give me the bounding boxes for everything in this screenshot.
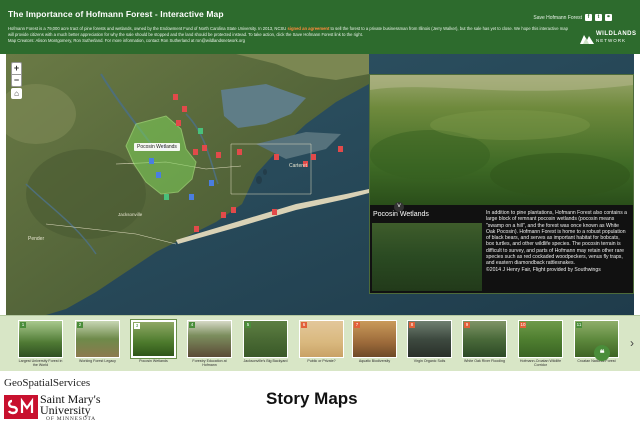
item-number: 10 bbox=[520, 322, 526, 328]
panel-image-lower bbox=[372, 223, 482, 291]
story-carousel: 1 Largest University Forest in the World… bbox=[0, 315, 640, 371]
carousel-label: Working Forest Legacy bbox=[79, 359, 116, 363]
map-description: Hofmann Forest is a 79,000 acre tract of… bbox=[8, 26, 568, 43]
carousel-item-1[interactable]: 1 Largest University Forest in the World bbox=[18, 320, 63, 368]
item-number: 1 bbox=[20, 322, 26, 328]
thumbnail-image: 1 bbox=[18, 320, 63, 358]
carousel-item-8[interactable]: 8 Virgin Organic Soils bbox=[407, 320, 452, 363]
zoom-in-button[interactable]: + bbox=[12, 63, 21, 74]
place-label-carteret: Carteret bbox=[289, 163, 308, 169]
item-number: 7 bbox=[354, 322, 360, 328]
place-label-jacksonville: Jacksonville bbox=[118, 212, 143, 217]
carousel-item-7[interactable]: 7 Aquatic Biodiversity bbox=[352, 320, 397, 363]
carousel-label: White Oak River Flooding bbox=[464, 359, 505, 363]
carousel-next-icon[interactable]: › bbox=[630, 336, 634, 350]
geospatial-services-logo: GeoSpatialServices bbox=[4, 377, 91, 389]
item-number: 2 bbox=[77, 322, 83, 328]
story-panel: ˅ Pocosin Wetlands In addition to pine p… bbox=[369, 74, 634, 294]
panel-photo bbox=[370, 75, 633, 205]
carousel-label: Croatan National Forest bbox=[577, 359, 616, 363]
thumbnail-image: 6 bbox=[299, 320, 344, 358]
item-number: 9 bbox=[464, 322, 470, 328]
map-credits: Map Creators: Alison Montgomery, Ron Sut… bbox=[8, 37, 245, 43]
thumbnail-image: 3 bbox=[131, 320, 176, 358]
item-number: 8 bbox=[409, 322, 415, 328]
place-label-pender: Pender bbox=[28, 236, 44, 242]
logo-text-line1: WILDLANDS bbox=[596, 31, 637, 37]
carousel-label: Hofmann-Croatan Wildlife Corridor bbox=[519, 359, 562, 368]
carousel-item-6[interactable]: 6 Public or Private? bbox=[299, 320, 344, 363]
thumbnail-image: 5 bbox=[243, 320, 288, 358]
home-icon[interactable]: ⌂ bbox=[11, 88, 22, 99]
item-number: 5 bbox=[245, 322, 251, 328]
smu-name-line2: University bbox=[40, 403, 91, 417]
story-maps-title: Story Maps bbox=[266, 389, 358, 408]
thumbnail-image: 7 bbox=[352, 320, 397, 358]
thumbnail-image: 10 bbox=[518, 320, 563, 358]
panel-body: In addition to pine plantations, Hofmann… bbox=[486, 210, 628, 273]
smu-shield-icon bbox=[4, 395, 38, 419]
aerial-forest-image bbox=[370, 75, 633, 205]
zoom-control: + − bbox=[11, 62, 22, 87]
carousel-item-4[interactable]: 4 Forestry Education at Hofmann bbox=[187, 320, 232, 368]
item-number: 3 bbox=[134, 323, 140, 329]
thumbnail-image: 4 bbox=[187, 320, 232, 358]
page-title: The Importance of Hofmann Forest - Inter… bbox=[8, 9, 224, 19]
carousel-label: Aquatic Biodiversity bbox=[358, 359, 391, 363]
carousel-label: Largest University Forest in the World bbox=[18, 359, 63, 368]
thumbnail-image: 8 bbox=[407, 320, 452, 358]
panel-photo-credit: ©2014 J Henry Fair, Flight provided by S… bbox=[486, 266, 601, 273]
item-number: 11 bbox=[576, 322, 582, 328]
carousel-item-9[interactable]: 9 White Oak River Flooding bbox=[462, 320, 507, 363]
carousel-item-2[interactable]: 2 Working Forest Legacy bbox=[75, 320, 120, 363]
wildlands-network-logo[interactable]: WILDLANDS NETWORK bbox=[580, 26, 636, 50]
share-bar: Save Hofmann Forest f t ⚭ bbox=[533, 14, 612, 21]
item-number: 4 bbox=[189, 322, 195, 328]
thumbnail-image: 2 bbox=[75, 320, 120, 358]
carousel-label: Forestry Education at Hofmann bbox=[192, 359, 227, 368]
quote-icon[interactable]: ❝ bbox=[594, 345, 610, 361]
app-header: The Importance of Hofmann Forest - Inter… bbox=[0, 0, 640, 54]
carousel-label: Jacksonville's Big Backyard bbox=[243, 359, 288, 363]
agreement-link[interactable]: signed an agreement bbox=[287, 26, 329, 31]
carousel-label: Virgin Organic Soils bbox=[413, 359, 446, 363]
link-icon[interactable]: ⚭ bbox=[605, 14, 612, 21]
panel-title: Pocosin Wetlands bbox=[373, 211, 429, 218]
footer-branding: GeoSpatialServices Saint Mary's Universi… bbox=[0, 371, 640, 427]
thumbnail-image: 9 bbox=[462, 320, 507, 358]
save-hofmann-link[interactable]: Save Hofmann Forest bbox=[533, 15, 582, 21]
carousel-label: Pocosin Wetlands bbox=[139, 359, 168, 363]
logo-mark-icon bbox=[580, 35, 594, 44]
carousel-item-3[interactable]: 3 Pocosin Wetlands bbox=[131, 320, 176, 363]
item-number: 6 bbox=[301, 322, 307, 328]
panel-caption: ˅ Pocosin Wetlands In addition to pine p… bbox=[370, 202, 633, 293]
carousel-label: Public or Private? bbox=[307, 359, 336, 363]
twitter-icon[interactable]: t bbox=[595, 14, 602, 21]
screen: The Importance of Hofmann Forest - Inter… bbox=[0, 0, 640, 427]
carousel-item-5[interactable]: 5 Jacksonville's Big Backyard bbox=[243, 320, 288, 363]
map-popup-label: Pocosin Wetlands bbox=[134, 143, 180, 151]
smu-name-line3: OF MINNESOTA bbox=[46, 416, 96, 422]
zoom-out-button[interactable]: − bbox=[12, 75, 21, 86]
logo-text-line2: NETWORK bbox=[596, 38, 626, 43]
description-text: Hofmann Forest is a 79,000 acre tract of… bbox=[8, 26, 288, 31]
carousel-item-10[interactable]: 10 Hofmann-Croatan Wildlife Corridor bbox=[518, 320, 563, 368]
facebook-icon[interactable]: f bbox=[585, 14, 592, 21]
panel-body-text: In addition to pine plantations, Hofmann… bbox=[486, 210, 628, 267]
